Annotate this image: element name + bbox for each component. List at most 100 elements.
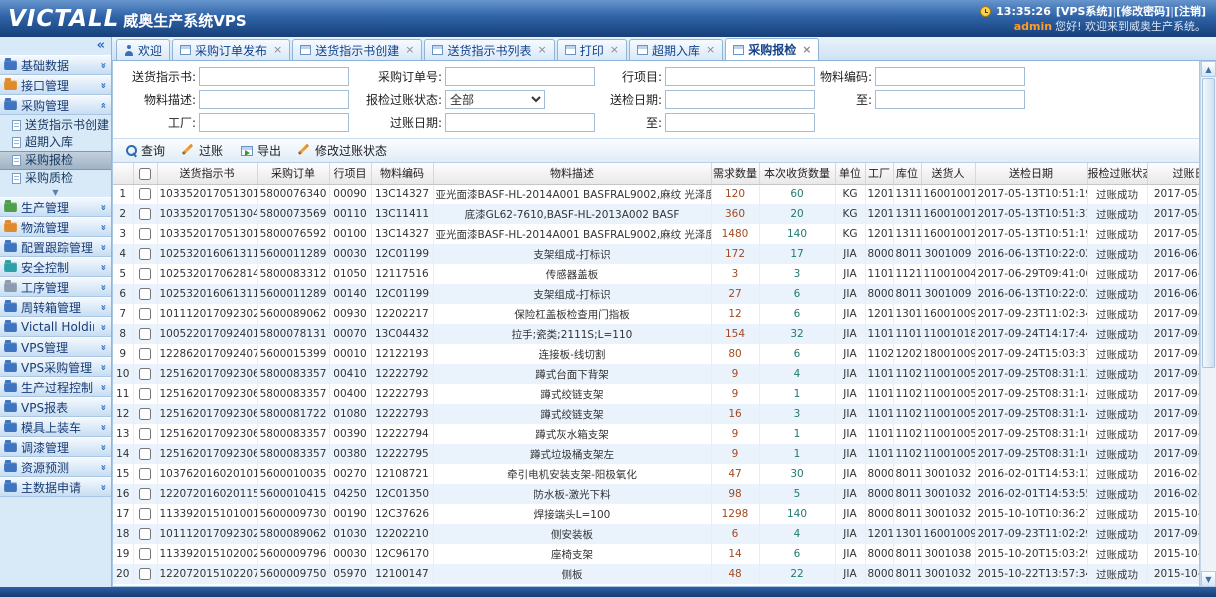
row-checkbox[interactable] xyxy=(139,448,151,460)
table-row[interactable]: 1212516201709230658000817220108012222793… xyxy=(113,404,1199,424)
sidebar-item[interactable]: 生产过程控制» xyxy=(0,377,111,397)
sidebar-item[interactable]: 安全控制» xyxy=(0,257,111,277)
posting-status-select[interactable]: 全部 xyxy=(445,90,545,109)
inspection-date-input[interactable] xyxy=(665,90,815,109)
sidebar-item[interactable]: 工序管理» xyxy=(0,277,111,297)
row-checkbox[interactable] xyxy=(139,308,151,320)
tab-close-icon[interactable]: × xyxy=(273,45,282,55)
table-row[interactable]: 710111201709230256000890620093012202217保… xyxy=(113,304,1199,324)
row-checkbox[interactable] xyxy=(139,568,151,580)
sidebar-subitem[interactable]: 超期入库 xyxy=(0,134,111,151)
sidebar-item[interactable]: 主数据申请» xyxy=(0,477,111,497)
tab-delivery-note-list[interactable]: 送货指示书列表× xyxy=(424,39,554,60)
table-row[interactable]: 310335201705130158000765920010013C14327亚… xyxy=(113,224,1199,244)
sidebar-item[interactable]: 调漆管理» xyxy=(0,437,111,457)
table-row[interactable]: 1810111201709230258000890620103012202210… xyxy=(113,524,1199,544)
inspection-date-to-input[interactable] xyxy=(875,90,1025,109)
row-checkbox[interactable] xyxy=(139,508,151,520)
tab-welcome[interactable]: 欢迎 xyxy=(116,39,170,60)
scroll-up-icon[interactable]: ▲ xyxy=(1201,61,1216,77)
tab-delivery-note-create[interactable]: 送货指示书创建× xyxy=(292,39,422,60)
table-row[interactable]: 912286201709240756000153990001012122193连… xyxy=(113,344,1199,364)
row-checkbox[interactable] xyxy=(139,428,151,440)
row-checkbox[interactable] xyxy=(139,348,151,360)
change-password-link[interactable]: [修改密码] xyxy=(1116,5,1170,18)
select-all-checkbox[interactable] xyxy=(139,168,151,180)
sidebar-item[interactable]: VPS报表» xyxy=(0,397,111,417)
sidebar-item[interactable]: 采购管理« xyxy=(0,95,111,115)
material-desc-input[interactable] xyxy=(199,90,349,109)
table-row[interactable]: 110335201705130158000763400009013C14327亚… xyxy=(113,184,1199,204)
sidebar-item[interactable]: 资源预测» xyxy=(0,457,111,477)
table-row[interactable]: 410253201606131156000112890003012C01199支… xyxy=(113,244,1199,264)
vps-system-link[interactable]: [VPS系统] xyxy=(1056,5,1113,18)
table-row[interactable]: 510253201706281458000833120105012117516传… xyxy=(113,264,1199,284)
purchase-order-no-input[interactable] xyxy=(445,67,595,86)
row-checkbox[interactable] xyxy=(139,528,151,540)
tab-overdue-inbound[interactable]: 超期入库× xyxy=(629,39,723,60)
vertical-scrollbar[interactable]: ▲ ▼ xyxy=(1200,61,1216,587)
row-checkbox[interactable] xyxy=(139,488,151,500)
row-checkbox[interactable] xyxy=(139,468,151,480)
line-item-input[interactable] xyxy=(665,67,815,86)
sidebar-collapse-button[interactable]: « xyxy=(0,37,111,55)
row-checkbox[interactable] xyxy=(139,408,151,420)
table-row[interactable]: 1012516201709230658000833570041012222792… xyxy=(113,364,1199,384)
row-checkbox[interactable] xyxy=(139,208,151,220)
query-button[interactable]: 查询 xyxy=(119,140,172,161)
scrollbar-thumb[interactable] xyxy=(1202,78,1215,368)
table-row[interactable]: 1412516201709230658000833570038012222795… xyxy=(113,444,1199,464)
row-checkbox[interactable] xyxy=(139,368,151,380)
posting-button[interactable]: 过账 xyxy=(176,140,230,161)
sidebar-item[interactable]: 周转箱管理» xyxy=(0,297,111,317)
sidebar-item[interactable]: VPS管理» xyxy=(0,337,111,357)
row-checkbox[interactable] xyxy=(139,288,151,300)
sidebar-item[interactable]: 生产管理» xyxy=(0,197,111,217)
sidebar-subitem[interactable]: 采购质检 xyxy=(0,170,111,187)
modify-posting-status-button[interactable]: 修改过账状态 xyxy=(292,140,394,161)
table-row[interactable]: 210335201705130458000735690011013C11411底… xyxy=(113,204,1199,224)
table-row[interactable]: 1312516201709230658000833570039012222794… xyxy=(113,424,1199,444)
sidebar-item[interactable]: 基础数据» xyxy=(0,55,111,75)
logout-link[interactable]: [注销] xyxy=(1174,5,1206,18)
table-row[interactable]: 1911339201510200256000097960003012C96170… xyxy=(113,544,1199,564)
sidebar-item[interactable]: 模具上装车» xyxy=(0,417,111,437)
sidebar-item[interactable]: 配置跟踪管理» xyxy=(0,237,111,257)
row-checkbox[interactable] xyxy=(139,548,151,560)
row-checkbox[interactable] xyxy=(139,388,151,400)
tab-close-icon[interactable]: × xyxy=(802,45,811,55)
tab-print[interactable]: 打印× xyxy=(557,39,627,60)
tab-close-icon[interactable]: × xyxy=(706,45,715,55)
sidebar-subitem[interactable]: 送货指示书创建 xyxy=(0,117,111,134)
tab-close-icon[interactable]: × xyxy=(610,45,619,55)
table-row[interactable]: 1112516201709230658000833570040012222793… xyxy=(113,384,1199,404)
material-code-input[interactable] xyxy=(875,67,1025,86)
table-row[interactable]: 610253201606131156000112890014012C01199支… xyxy=(113,284,1199,304)
tab-close-icon[interactable]: × xyxy=(405,45,414,55)
tab-close-icon[interactable]: × xyxy=(538,45,547,55)
delivery-instruction-input[interactable] xyxy=(199,67,349,86)
table-row[interactable]: 1711339201510100156000097300019012C37626… xyxy=(113,504,1199,524)
table-row[interactable]: 810052201709240158000781310007013C04432拉… xyxy=(113,324,1199,344)
factory-input[interactable] xyxy=(199,113,349,132)
table-row[interactable]: 2012207201510220756000097500597012100147… xyxy=(113,564,1199,584)
posting-date-input[interactable] xyxy=(445,113,595,132)
row-checkbox[interactable] xyxy=(139,268,151,280)
row-checkbox[interactable] xyxy=(139,188,151,200)
posting-date-to-input[interactable] xyxy=(665,113,815,132)
cell: 12C37626 xyxy=(371,504,433,524)
row-checkbox[interactable] xyxy=(139,248,151,260)
tab-purchase-inspection[interactable]: 采购报检× xyxy=(725,38,819,60)
row-checkbox[interactable] xyxy=(139,228,151,240)
sidebar-item[interactable]: Victall Holding» xyxy=(0,317,111,337)
sidebar-item[interactable]: VPS采购管理» xyxy=(0,357,111,377)
row-checkbox[interactable] xyxy=(139,328,151,340)
scroll-down-icon[interactable]: ▼ xyxy=(1201,571,1216,587)
sidebar-item[interactable]: 物流管理» xyxy=(0,217,111,237)
table-row[interactable]: 1612207201602011556000104150425012C01350… xyxy=(113,484,1199,504)
sidebar-subitem[interactable]: 采购报检 xyxy=(0,151,111,170)
export-button[interactable]: 导出 xyxy=(234,140,288,161)
sidebar-item[interactable]: 接口管理» xyxy=(0,75,111,95)
table-row[interactable]: 1510376201602010156000100350027012108721… xyxy=(113,464,1199,484)
tab-purchase-order-release[interactable]: 采购订单发布× xyxy=(172,39,290,60)
